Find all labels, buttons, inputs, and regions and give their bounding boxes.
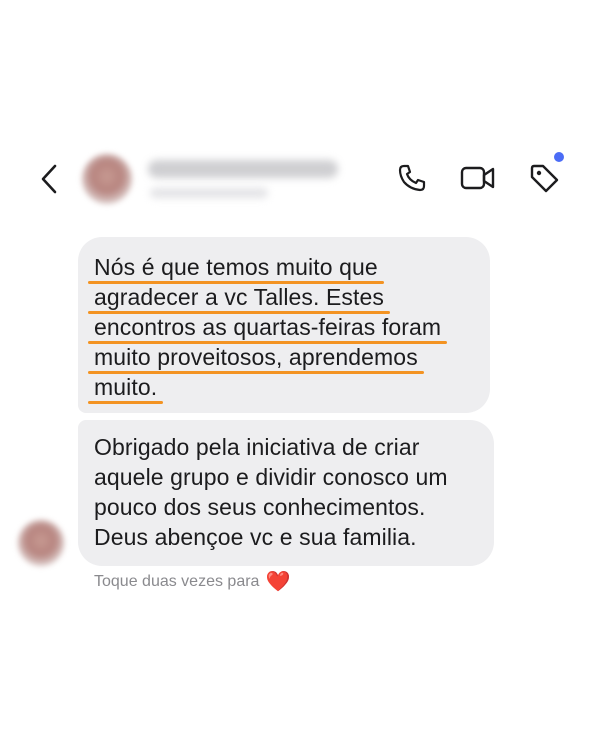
highlighted-text: agradecer a vc Talles. Estes xyxy=(87,284,391,314)
phone-icon xyxy=(398,164,426,192)
highlighted-text: muito. xyxy=(87,374,164,404)
video-camera-icon xyxy=(460,166,495,190)
video-call-button[interactable] xyxy=(458,158,498,198)
message-line: pouco dos seus conhecimentos. xyxy=(94,494,426,520)
label-button[interactable] xyxy=(524,158,564,198)
contact-name-blurred[interactable] xyxy=(148,160,338,178)
message-line: Obrigado pela iniciativa de criar xyxy=(94,434,420,460)
back-button[interactable] xyxy=(36,162,62,196)
chevron-left-icon xyxy=(41,164,57,194)
highlighted-text: Nós é que temos muito que xyxy=(88,254,384,284)
message-line: muito. xyxy=(87,372,474,404)
message-line: Deus abençoe vc e sua familia. xyxy=(94,524,417,550)
message-line: Nós é que temos muito que xyxy=(88,252,474,284)
contact-avatar[interactable] xyxy=(82,154,132,204)
reaction-hint: Toque duas vezes para ❤️ xyxy=(94,572,290,592)
tag-icon xyxy=(530,164,559,193)
call-button[interactable] xyxy=(392,158,432,198)
message-line: aquele grupo e dividir conosco um xyxy=(94,464,448,490)
message-line: encontros as quartas-feiras foram xyxy=(87,312,474,344)
message-line: agradecer a vc Talles. Estes xyxy=(87,282,474,314)
heart-icon[interactable]: ❤️ xyxy=(265,572,290,592)
highlighted-text: muito proveitosos, aprendemos xyxy=(88,344,424,374)
notification-dot xyxy=(554,152,564,162)
message-line: muito proveitosos, aprendemos xyxy=(88,342,474,374)
message-bubble[interactable]: Nós é que temos muito que agradecer a vc… xyxy=(78,237,490,413)
highlighted-text: encontros as quartas-feiras foram xyxy=(87,314,448,344)
contact-subtitle-blurred xyxy=(150,188,268,198)
reaction-hint-text: Toque duas vezes para xyxy=(94,573,260,590)
chat-header xyxy=(0,140,590,220)
sender-avatar[interactable] xyxy=(18,520,64,566)
message-bubble[interactable]: Obrigado pela iniciativa de criar aquele… xyxy=(78,420,494,566)
